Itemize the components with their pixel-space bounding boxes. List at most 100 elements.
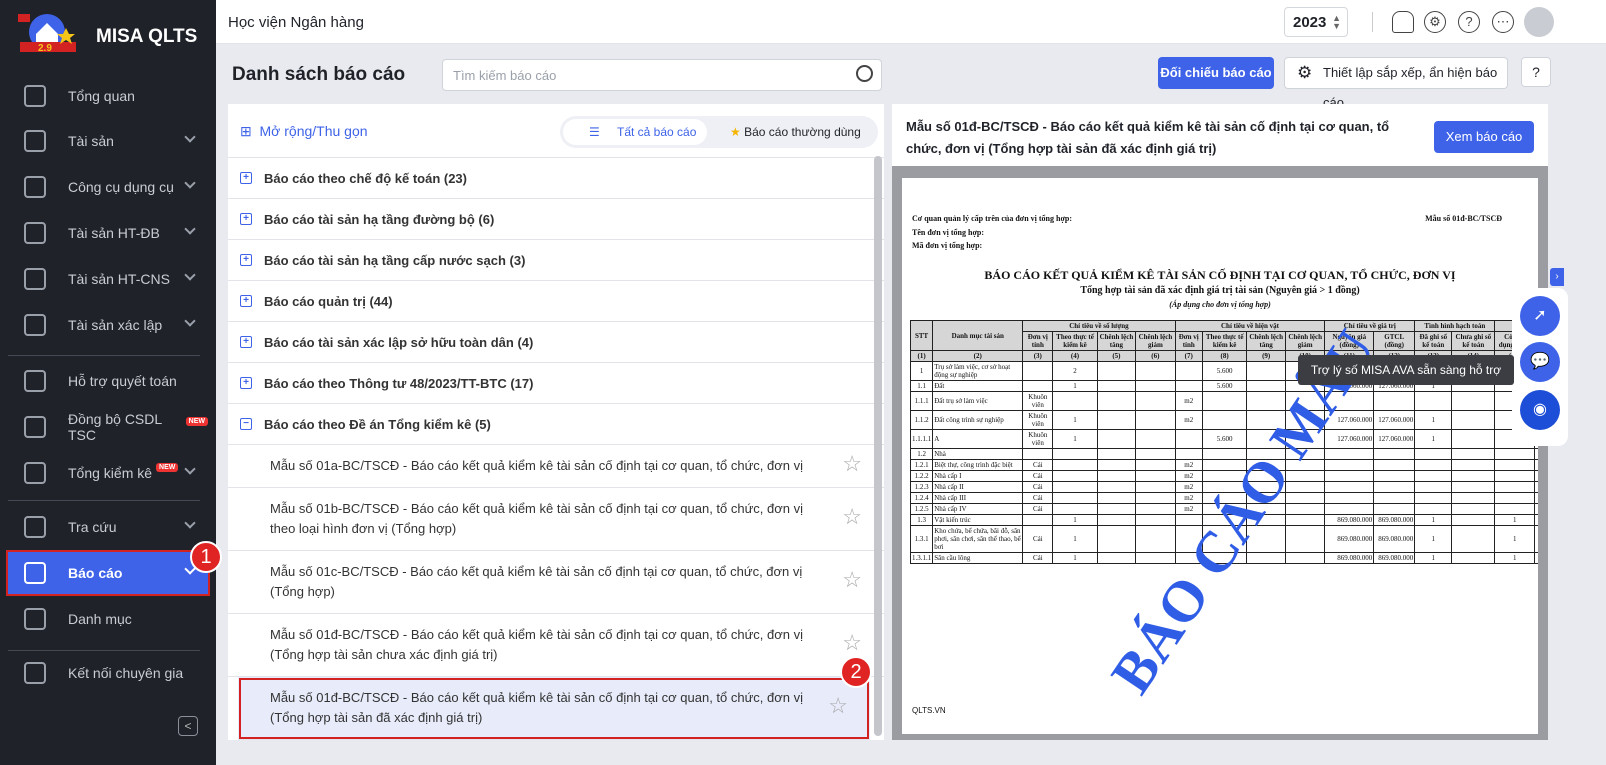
preview-area: Cơ quan quản lý cấp trên của đơn vị tổng… — [892, 166, 1548, 740]
search-input[interactable]: Tìm kiếm báo cáo — [442, 59, 882, 91]
table-cell — [1414, 459, 1453, 471]
table-cell: Cái — [1022, 481, 1054, 493]
tab-favorite-reports[interactable]: ★ Báo cáo thường dùng — [730, 116, 861, 148]
table-cell — [1324, 492, 1375, 504]
col-number: (7) — [1174, 350, 1203, 362]
table-cell: Đất công trình sự nghiệp — [932, 410, 1024, 430]
compare-report-button[interactable]: Đối chiếu báo cáo — [1158, 57, 1274, 89]
table-cell — [1096, 448, 1137, 460]
sidebar-item[interactable]: Tổng quan — [8, 75, 208, 117]
header-line: Cơ quan quản lý cấp trên của đơn vị tổng… — [912, 214, 1072, 223]
table-cell — [1022, 448, 1054, 460]
bell-icon[interactable] — [1392, 11, 1414, 33]
table-cell — [1534, 514, 1538, 526]
table-cell: Cái — [1022, 459, 1054, 471]
col-header: Chênh lệch tăng — [1246, 331, 1286, 351]
avatar[interactable] — [1524, 7, 1554, 37]
table-cell — [1324, 470, 1375, 482]
report-group[interactable]: + Báo cáo theo chế độ kế toán (23) — [228, 158, 884, 199]
report-item[interactable]: Mẫu số 01đ-BC/TSCĐ - Báo cáo kết quả kiể… — [228, 614, 884, 677]
step-badge-2: 2 — [840, 656, 872, 688]
star-icon[interactable]: ☆ — [842, 569, 862, 591]
table-cell: 1 — [1052, 380, 1098, 392]
table-cell: Nhà cấp IV — [932, 503, 1024, 515]
report-group[interactable]: − Báo cáo theo Đề án Tổng kiểm kê (5) — [228, 404, 884, 445]
sidebar-item[interactable]: Tài sản HT-CNS — [8, 258, 208, 300]
table-cell: Khuôn viên — [1022, 429, 1054, 449]
star-icon[interactable]: ☆ — [842, 632, 862, 654]
report-group[interactable]: + Báo cáo quản trị (44) — [228, 281, 884, 322]
col-number: (6) — [1135, 350, 1176, 362]
gear-icon: ⚙ — [1297, 63, 1313, 82]
table-cell: 1.3.1 — [909, 525, 934, 553]
view-report-button[interactable]: Xem báo cáo — [1434, 121, 1534, 153]
search-icon[interactable] — [856, 65, 873, 82]
chat-icon[interactable]: 💬 — [1520, 342, 1560, 382]
table-cell — [1373, 459, 1416, 471]
col-header: Đơn vị tính — [1022, 331, 1054, 351]
star-icon[interactable]: ☆ — [842, 453, 862, 475]
table-cell: Cái — [1022, 503, 1054, 515]
report-group[interactable]: + Báo cáo theo Thông tư 48/2023/TT-BTC (1… — [228, 363, 884, 404]
expand-side-panel-button[interactable]: › — [1550, 268, 1564, 286]
collapse-sidebar-button[interactable]: < — [178, 716, 198, 736]
report-item[interactable]: Mẫu số 01c-BC/TSCĐ - Báo cáo kết quả kiể… — [228, 551, 884, 614]
table-cell — [1324, 503, 1375, 515]
col-number: (2) — [932, 350, 1024, 362]
menu-icon — [24, 130, 46, 152]
list-scrollbar[interactable] — [874, 156, 882, 736]
help-icon[interactable]: ? — [1458, 11, 1480, 33]
report-group[interactable]: + Báo cáo tài sản hạ tầng đường bộ (6) — [228, 199, 884, 240]
year-stepper[interactable]: 2023 ▲ ▼ — [1284, 7, 1348, 37]
table-cell: m2 — [1174, 410, 1203, 430]
table-cell — [1246, 380, 1286, 392]
report-group[interactable]: + Báo cáo tài sản xác lập sở hữu toàn dân… — [228, 322, 884, 363]
table-cell: Khuôn viên — [1022, 391, 1054, 411]
table-cell — [1451, 429, 1496, 449]
sidebar-item[interactable]: Tài sản — [8, 120, 208, 162]
sidebar-item[interactable]: Công cụ dụng cụ — [8, 166, 208, 208]
report-settings-button[interactable]: ⚙ Thiết lập sắp xếp, ẩn hiện báo cáo — [1284, 57, 1508, 110]
help-button[interactable]: ? — [1521, 57, 1551, 87]
table-cell: Cái — [1022, 552, 1054, 564]
expand-icon: + — [240, 172, 252, 184]
table-cell — [1534, 503, 1538, 515]
sidebar-item[interactable]: Tài sản HT-ĐB — [8, 212, 208, 254]
page-title: Danh sách báo cáo — [232, 64, 406, 85]
star-icon[interactable]: ☆ — [828, 695, 848, 717]
report-item[interactable]: Mẫu số 01đ-BC/TSCĐ - Báo cáo kết quả kiể… — [238, 677, 870, 740]
table-cell: 1 — [1052, 429, 1098, 449]
more-icon[interactable]: ⋯ — [1492, 11, 1514, 33]
menu-icon — [24, 562, 46, 584]
assistant-bot-icon[interactable]: ◉ — [1520, 390, 1560, 430]
star-icon[interactable]: ☆ — [842, 506, 862, 528]
sidebar-item[interactable]: Danh mục — [8, 598, 208, 640]
sidebar-item[interactable]: Báo cáo — [6, 550, 210, 596]
col-header: STT — [909, 320, 934, 351]
table-cell: Đất — [932, 380, 1024, 392]
table-cell — [1451, 459, 1496, 471]
expand-collapse-toggle[interactable]: ⊞ Mở rộng/Thu gọn — [240, 123, 368, 140]
sidebar-item[interactable]: Hỗ trợ quyết toán — [8, 360, 208, 402]
sidebar-item-label: Kết nối chuyên gia — [68, 665, 184, 681]
sidebar-item[interactable]: Tài sản xác lập — [8, 304, 208, 346]
table-cell — [1494, 481, 1536, 493]
col-number: (8) — [1201, 350, 1248, 362]
table-cell — [1414, 470, 1453, 482]
report-group[interactable]: + Báo cáo tài sản hạ tầng cấp nước sạch (… — [228, 240, 884, 281]
gear-icon[interactable]: ⚙ — [1424, 11, 1446, 33]
table-cell — [1534, 470, 1538, 482]
report-item[interactable]: Mẫu số 01b-BC/TSCĐ - Báo cáo kết quả kiể… — [228, 488, 884, 551]
col-number: (4) — [1052, 350, 1098, 362]
table-cell: 1.3 — [909, 514, 934, 526]
sidebar-item[interactable]: Tổng kiểm kê NEW — [8, 452, 208, 494]
rocket-icon[interactable]: ➚ — [1520, 296, 1560, 336]
sidebar-item[interactable]: Tra cứu — [8, 506, 208, 548]
tab-all-reports[interactable]: ☰ Tất cả báo cáo — [563, 119, 707, 145]
table-cell: 1.2.4 — [909, 492, 934, 504]
table-cell: 5.600 — [1201, 380, 1248, 392]
sidebar-item[interactable]: Đồng bộ CSDL TSC NEW — [8, 406, 208, 448]
sidebar-item[interactable]: Kết nối chuyên gia — [8, 652, 208, 694]
report-item[interactable]: Mẫu số 01a-BC/TSCĐ - Báo cáo kết quả kiể… — [228, 445, 884, 488]
group-label: Báo cáo tài sản hạ tầng cấp nước sạch (3… — [264, 252, 526, 268]
